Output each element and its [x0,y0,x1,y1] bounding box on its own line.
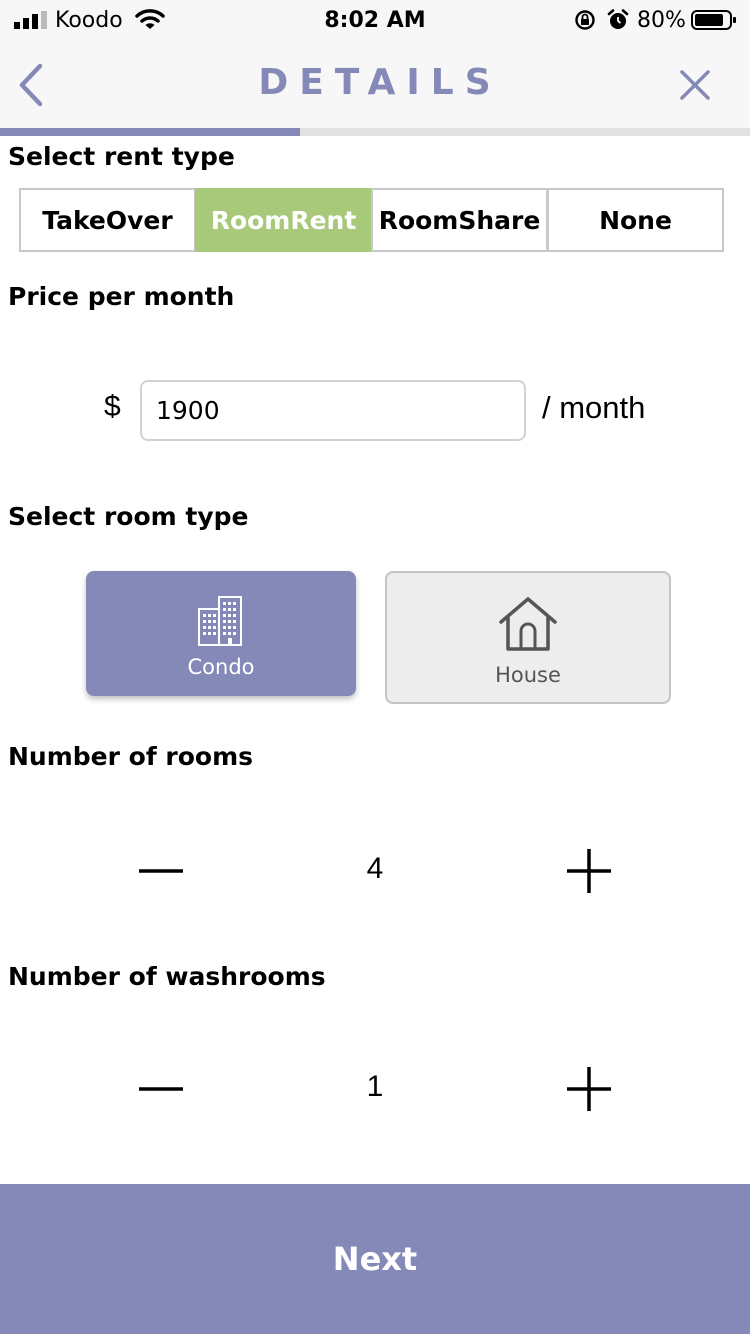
status-bar: Koodo 8:02 AM 80% [0,0,750,40]
nav-bar: DETAILS [0,40,750,130]
alarm-icon [607,9,629,29]
washrooms-increment-button[interactable] [564,1064,614,1114]
room-type-house-label: House [495,663,561,687]
rooms-increment-button[interactable] [564,846,614,896]
page-title: DETAILS [258,62,502,103]
rent-type-label: Select rent type [8,142,235,171]
rent-option-takeover[interactable]: TakeOver [19,188,196,252]
next-button[interactable]: Next [0,1184,750,1334]
currency-symbol: $ [104,390,121,423]
progress-bar [0,128,750,136]
room-type-house-button[interactable]: House [385,571,671,704]
progress-bar-fill [0,128,300,136]
details-screen: Koodo 8:02 AM 80% DETAILS Select rent ty… [0,0,750,1334]
building-icon [198,596,242,646]
rooms-label: Number of rooms [8,742,254,771]
house-icon [499,597,557,651]
rooms-value: 4 [366,852,384,885]
room-type-condo-label: Condo [187,655,255,679]
price-label: Price per month [8,282,235,311]
price-input[interactable] [140,380,526,441]
washrooms-label: Number of washrooms [8,962,326,991]
rent-option-none[interactable]: None [547,188,724,252]
rent-option-roomshare[interactable]: RoomShare [371,188,548,252]
washrooms-value: 1 [366,1070,384,1103]
battery-percent: 80% [637,8,686,33]
battery-icon [691,10,736,30]
price-suffix: / month [542,390,646,425]
room-type-label: Select room type [8,502,249,531]
rent-type-selector: TakeOver RoomRent RoomShare None [19,188,724,252]
rotation-lock-icon [575,10,595,30]
room-type-condo-button[interactable]: Condo [86,571,356,696]
rent-option-roomrent[interactable]: RoomRent [195,188,372,252]
close-icon[interactable] [676,66,714,104]
